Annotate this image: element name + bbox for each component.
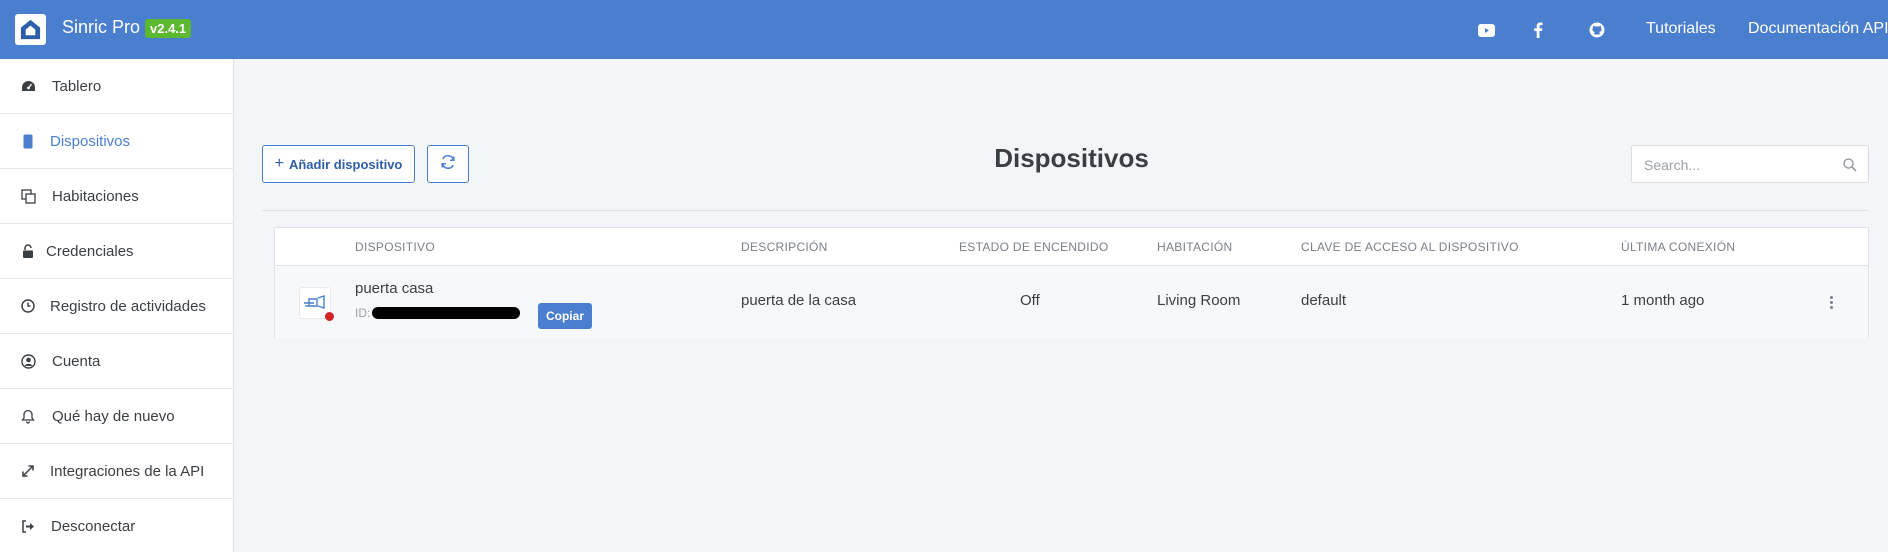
sidebar-item-logout[interactable]: Desconectar xyxy=(0,499,234,552)
refresh-icon xyxy=(440,154,456,175)
sidebar-item-rooms[interactable]: Habitaciones xyxy=(0,169,234,224)
offline-status-dot xyxy=(325,312,334,321)
power-state-value: Off xyxy=(1020,292,1040,309)
table-row[interactable]: puerta casa ID: Copiar puerta de la casa… xyxy=(275,266,1868,338)
column-header-description[interactable]: DESCRIPCIÓN xyxy=(741,240,828,254)
column-header-device[interactable]: DISPOSITIVO xyxy=(355,240,435,254)
search-icon[interactable] xyxy=(1842,157,1858,173)
copy-id-button[interactable]: Copiar xyxy=(538,303,592,329)
column-header-room[interactable]: HABITACIÓN xyxy=(1157,240,1232,254)
device-id-label: ID: xyxy=(355,306,371,320)
search-input[interactable] xyxy=(1644,155,1834,175)
column-header-access-key[interactable]: CLAVE DE ACCESO AL DISPOSITIVO xyxy=(1301,240,1519,254)
refresh-button[interactable] xyxy=(427,145,469,183)
access-key-value: default xyxy=(1301,292,1347,309)
sidebar-item-label: Habitaciones xyxy=(52,187,139,205)
clock-icon xyxy=(20,298,36,314)
plus-icon: + xyxy=(274,155,284,172)
device-id-redacted xyxy=(372,307,520,319)
add-device-button[interactable]: + Añadir dispositivo xyxy=(262,145,415,183)
divider xyxy=(262,210,1869,211)
sidebar-item-credentials[interactable]: Credenciales xyxy=(0,224,234,279)
sidebar-item-dashboard[interactable]: Tablero xyxy=(0,59,234,114)
device-icon xyxy=(20,133,36,149)
expand-icon xyxy=(20,463,36,479)
github-icon[interactable] xyxy=(1586,19,1608,41)
sidebar-item-api-integrations[interactable]: Integraciones de la API xyxy=(0,444,234,499)
device-name[interactable]: puerta casa xyxy=(355,280,433,297)
home-logo-icon[interactable] xyxy=(15,14,46,45)
unlock-icon xyxy=(20,243,36,259)
column-header-power-state[interactable]: ESTADO DE ENCENDIDO xyxy=(959,240,1109,254)
page-title: Dispositivos xyxy=(994,143,1149,173)
sign-out-icon xyxy=(20,518,36,534)
app-name: Sinric Pro xyxy=(62,17,141,37)
api-docs-link[interactable]: Documentación API xyxy=(1748,20,1888,38)
sidebar-item-devices[interactable]: Dispositivos xyxy=(0,114,234,169)
sidebar-item-label: Desconectar xyxy=(51,518,136,535)
sidebar-item-label: Dispositivos xyxy=(50,132,131,150)
add-device-label: Añadir dispositivo xyxy=(288,156,403,172)
last-connection-value: 1 month ago xyxy=(1621,292,1705,309)
column-header-last-connection[interactable]: ÚLTIMA CONEXIÓN xyxy=(1621,240,1735,254)
device-description: puerta de la casa xyxy=(741,292,857,309)
youtube-icon[interactable] xyxy=(1475,19,1497,41)
sidebar-item-label: Qué hay de nuevo xyxy=(52,407,175,425)
table-header: DISPOSITIVO DESCRIPCIÓN ESTADO DE ENCEND… xyxy=(275,228,1868,266)
sidebar-item-label: Credenciales xyxy=(46,242,134,260)
room-value: Living Room xyxy=(1157,292,1241,309)
search-box xyxy=(1631,145,1869,183)
sidebar-item-label: Cuenta xyxy=(52,352,101,370)
more-options-icon[interactable] xyxy=(1824,293,1838,311)
rooms-icon xyxy=(20,188,36,204)
dashboard-icon xyxy=(20,78,36,94)
user-icon xyxy=(20,353,36,369)
sidebar-item-label: Integraciones de la API xyxy=(50,462,205,480)
bell-icon xyxy=(20,408,36,424)
top-navbar: Sinric Pro v2.4.1 Tutoriales Documentaci… xyxy=(0,0,1888,59)
tutorials-link[interactable]: Tutoriales xyxy=(1646,20,1716,38)
sidebar-item-label: Tablero xyxy=(52,77,102,95)
version-badge: v2.4.1 xyxy=(145,19,192,38)
facebook-icon[interactable] xyxy=(1527,19,1549,41)
sidebar-item-label: Registro de actividades xyxy=(50,297,206,315)
sidebar: Tablero Dispositivos Habitaciones Creden… xyxy=(0,59,234,552)
sidebar-item-activity-log[interactable]: Registro de actividades xyxy=(0,279,234,334)
devices-table: DISPOSITIVO DESCRIPCIÓN ESTADO DE ENCEND… xyxy=(274,227,1869,338)
sidebar-item-whats-new[interactable]: Qué hay de nuevo xyxy=(0,389,234,444)
sidebar-item-account[interactable]: Cuenta xyxy=(0,334,234,389)
